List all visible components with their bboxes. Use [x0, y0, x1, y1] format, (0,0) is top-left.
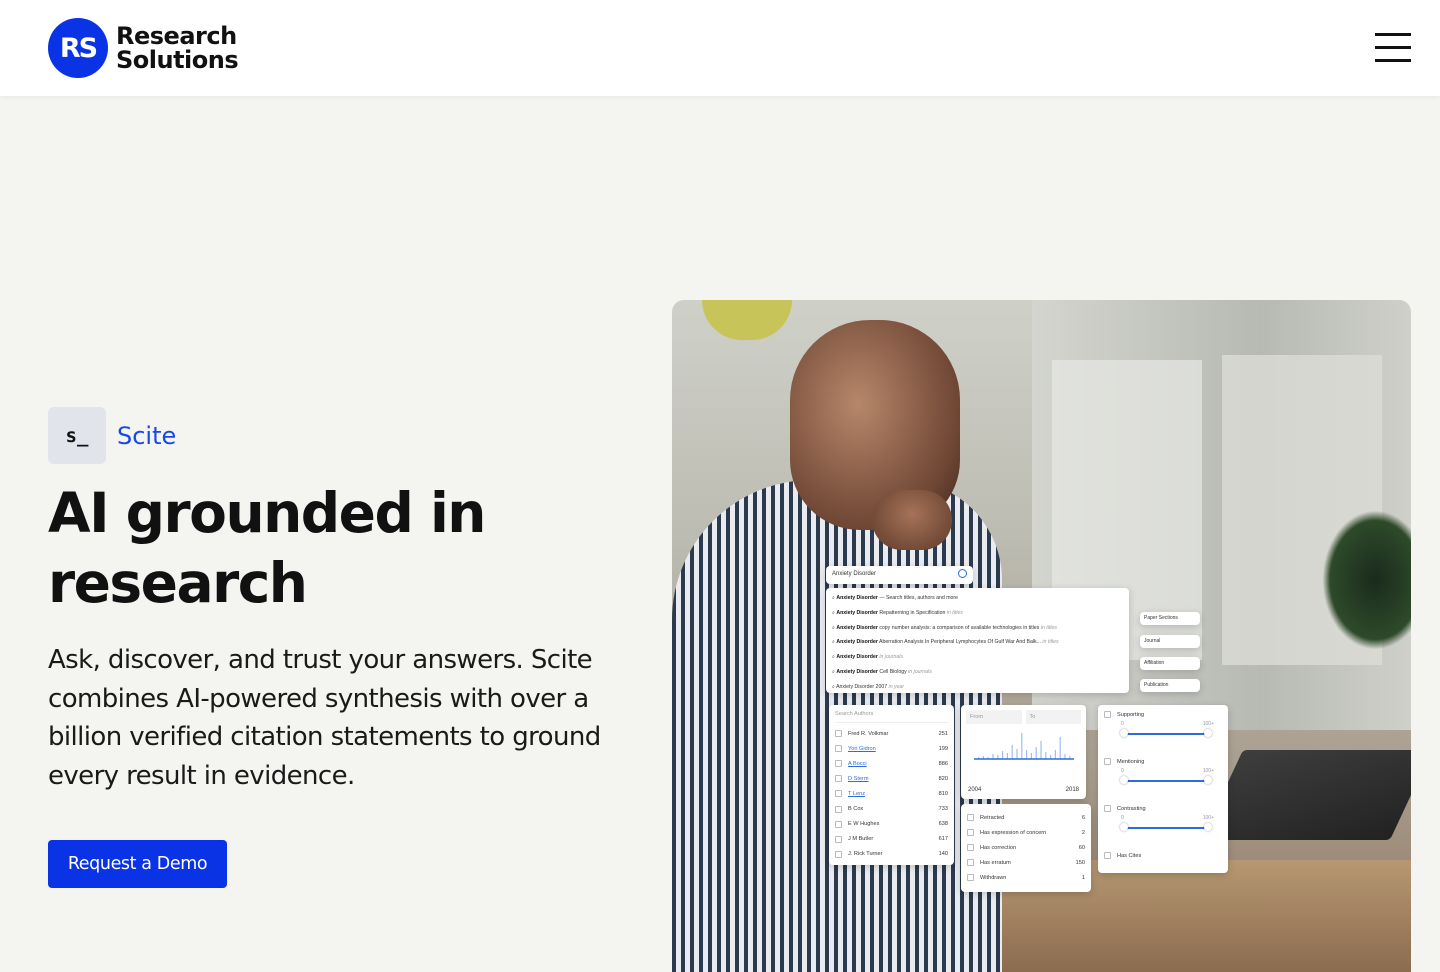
suggestion-row: ⌕ Anxiety Disorder Aberration Analysis I…	[832, 639, 1059, 646]
year-start-label: 2004	[968, 787, 982, 793]
author-row: E W Hughes 638	[835, 817, 948, 832]
histogram-bar	[1059, 737, 1061, 759]
histogram-bar	[1040, 741, 1042, 759]
author-row: Fred R. Volkmar 251	[835, 726, 948, 741]
authors-search-placeholder: Search Authors	[835, 711, 948, 723]
histogram-bar	[1030, 753, 1032, 759]
overlay-year-filter: From To 2004 2018	[961, 705, 1086, 799]
histogram-bar	[1021, 733, 1023, 759]
brand-logo[interactable]: RS Research Solutions	[48, 18, 239, 78]
histogram-bar	[1016, 749, 1018, 759]
year-end-label: 2018	[1065, 787, 1079, 793]
status-row: Retracted 6	[967, 810, 1085, 825]
histogram-bar	[1011, 745, 1013, 759]
author-row: D Sterm 820	[835, 771, 948, 786]
histogram-bar	[1006, 753, 1008, 759]
author-row: A Bocci 886	[835, 756, 948, 771]
year-to-field: To	[1025, 710, 1081, 724]
product-label: s_ Scite	[48, 407, 176, 464]
overlay-search-input: Anxiety Disorder	[826, 566, 973, 584]
hero-title: AI grounded in research	[48, 481, 486, 615]
suggestion-row: ⌕ Anxiety Disorder Cell Biology in journ…	[832, 668, 932, 675]
status-row: Has expression of concern 2	[967, 825, 1085, 840]
filter-dropdown: Publication	[1140, 679, 1200, 692]
overlay-authors-filter: Search Authors Fred R. Volkmar 251 Yori Gi…	[829, 705, 954, 865]
suggestion-row: ⌕ Anxiety Disorder — Search titles, auth…	[832, 595, 959, 601]
has-cites-checkbox: Has Cites	[1104, 852, 1222, 859]
site-header: RS Research Solutions	[0, 0, 1440, 96]
author-row: J. Rick Turner 140	[835, 847, 948, 862]
histogram-bar	[1045, 752, 1047, 759]
logo-mark: RS	[48, 18, 108, 78]
logo-line-2: Solutions	[116, 46, 239, 74]
product-name: Scite	[117, 421, 177, 450]
author-row: T Lenz 810	[835, 786, 948, 801]
request-demo-button[interactable]: Request a Demo	[48, 840, 227, 888]
hamburger-menu-icon[interactable]	[1375, 33, 1411, 63]
filter-dropdown: Journal	[1140, 635, 1200, 648]
overlay-suggestions: ⌕ Anxiety Disorder — Search titles, auth…	[826, 588, 1129, 693]
suggestion-row: ⌕ Anxiety Disorder Repatterning in Speci…	[832, 609, 963, 616]
author-row: Yori Gidron 199	[835, 741, 948, 756]
logo-wordmark: Research Solutions	[116, 22, 239, 74]
author-row: J M Butler 617	[835, 832, 948, 847]
overlay-search-value: Anxiety Disorder	[832, 571, 877, 577]
status-row: Has correction 60	[967, 840, 1085, 855]
suggestion-row: ⌕ Anxiety Disorder 2007 in year	[832, 683, 905, 690]
year-histogram	[974, 733, 1074, 760]
status-row: Withdrawn 1	[967, 870, 1085, 885]
histogram-bar	[1035, 747, 1037, 759]
filter-dropdown: Paper Sections	[1140, 612, 1200, 625]
histogram-bar	[1002, 751, 1004, 759]
hero-image: Anxiety Disorder ⌕ Anxiety Disorder — Se…	[672, 300, 1411, 972]
overlay-citation-filter: Supporting 0 100+ Mentioning 0 100+ Contrastin…	[1098, 705, 1228, 873]
status-row: Has erratum 150	[967, 855, 1085, 870]
author-row: B Cox 733	[835, 801, 948, 816]
citation-slider: Supporting 0 100+	[1104, 711, 1222, 758]
citation-slider: Contrasting 0 100+	[1104, 805, 1222, 852]
suggestion-row: ⌕ Anxiety Disorder in journals	[832, 654, 903, 661]
citation-slider: Mentioning 0 100+	[1104, 758, 1222, 805]
year-from-field: From	[966, 710, 1022, 724]
hero-description: Ask, discover, and trust your answers. S…	[48, 645, 601, 791]
overlay-status-filter: Retracted 6 Has expression of concern 2 Has …	[961, 804, 1091, 892]
filter-dropdown: Affiliation	[1140, 657, 1200, 670]
histogram-bar	[1054, 750, 1056, 759]
suggestion-row: ⌕ Anxiety Disorder copy number analysis:…	[832, 624, 1057, 631]
search-icon	[958, 569, 967, 578]
histogram-bar	[1026, 750, 1028, 759]
scite-icon: s_	[48, 407, 106, 464]
logo-line-1: Research	[116, 22, 237, 50]
